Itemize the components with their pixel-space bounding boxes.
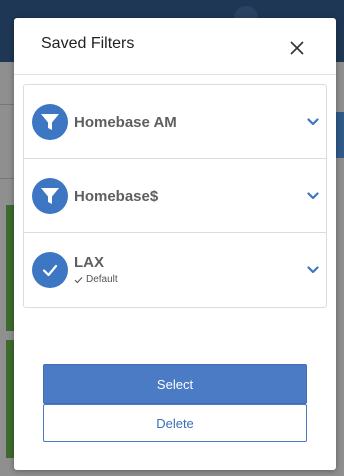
select-button[interactable]: Select <box>43 364 307 404</box>
delete-button[interactable]: Delete <box>43 404 307 442</box>
filter-item-label: Homebase$ <box>74 188 159 205</box>
default-indicator: Default <box>74 274 118 285</box>
background-divider <box>0 178 14 179</box>
filter-icon <box>32 104 68 140</box>
filter-item-label: LAX <box>74 254 104 271</box>
saved-filters-list: Homebase AM Homebase$ LAX Default <box>23 84 327 308</box>
chevron-down-icon[interactable] <box>307 191 319 201</box>
check-icon <box>32 252 68 288</box>
saved-filters-modal: Saved Filters Homebase AM Homebase$ LAX … <box>14 18 336 470</box>
title-divider <box>14 74 336 75</box>
filter-item-lax[interactable]: LAX Default <box>24 233 326 307</box>
filter-icon <box>32 178 68 214</box>
default-label: Default <box>86 274 118 285</box>
chevron-down-icon[interactable] <box>307 117 319 127</box>
background-tab <box>336 112 344 158</box>
close-icon <box>290 41 304 55</box>
filter-item-homebase-am[interactable]: Homebase AM <box>24 85 326 159</box>
chevron-down-icon[interactable] <box>307 265 319 275</box>
filter-item-homebase-dollar[interactable]: Homebase$ <box>24 159 326 233</box>
background-strip <box>6 340 14 458</box>
modal-title: Saved Filters <box>41 35 135 52</box>
background-strip <box>6 205 14 331</box>
small-check-icon <box>74 276 83 283</box>
close-button[interactable] <box>285 36 309 60</box>
background-divider <box>0 104 14 105</box>
filter-item-label: Homebase AM <box>74 114 177 131</box>
